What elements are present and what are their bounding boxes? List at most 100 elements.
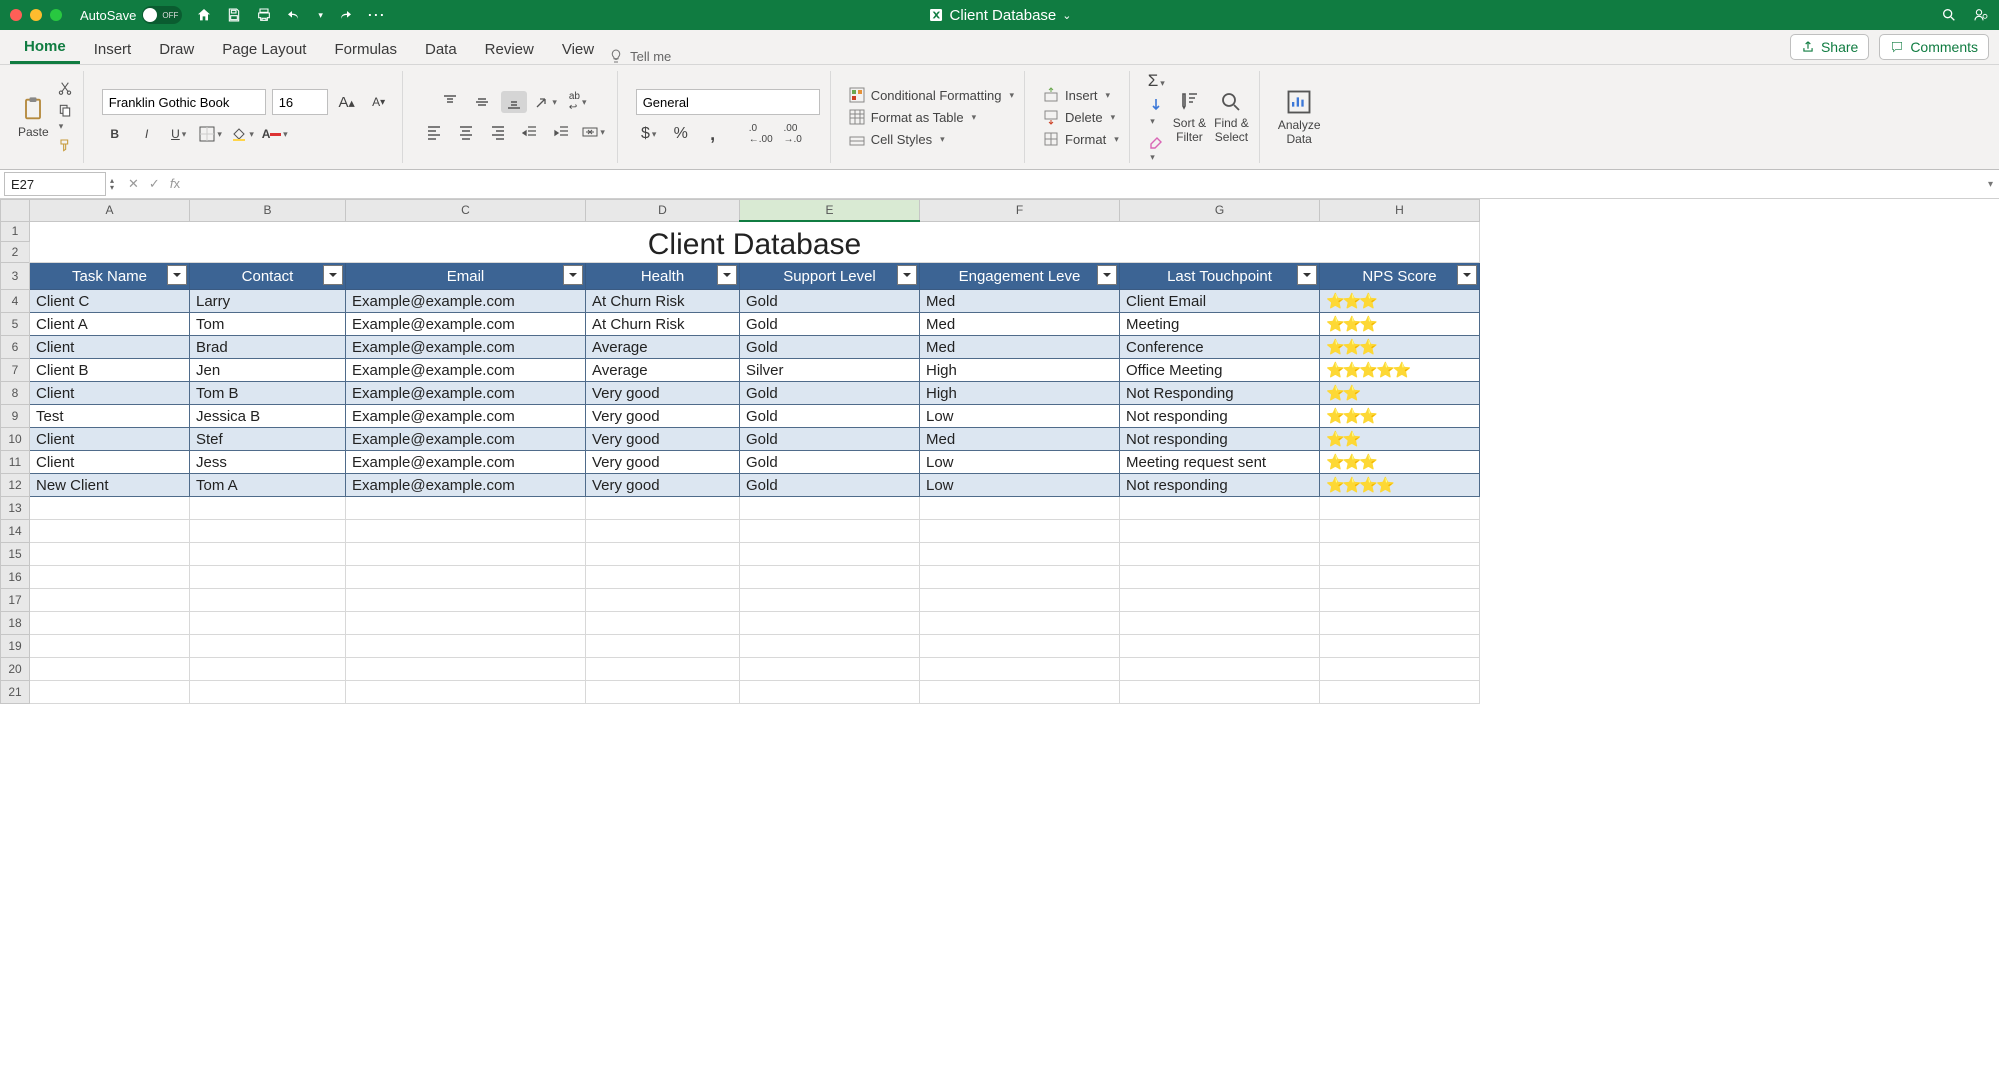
empty-cell[interactable] <box>190 566 346 589</box>
orientation-icon[interactable]: ▾ <box>533 91 559 113</box>
empty-cell[interactable] <box>1120 543 1320 566</box>
cell-touchpoint[interactable]: Office Meeting <box>1120 359 1320 382</box>
cell-task[interactable]: Client A <box>30 313 190 336</box>
empty-cell[interactable] <box>30 520 190 543</box>
account-icon[interactable] <box>1973 7 1989 23</box>
empty-cell[interactable] <box>1120 681 1320 704</box>
filter-button[interactable] <box>563 265 583 285</box>
row-header-11[interactable]: 11 <box>1 451 30 474</box>
empty-cell[interactable] <box>346 497 586 520</box>
cell-contact[interactable]: Tom A <box>190 474 346 497</box>
empty-cell[interactable] <box>740 612 920 635</box>
col-header-C[interactable]: C <box>346 200 586 222</box>
empty-cell[interactable] <box>586 589 740 612</box>
cell-contact[interactable]: Tom B <box>190 382 346 405</box>
empty-cell[interactable] <box>1320 589 1480 612</box>
empty-cell[interactable] <box>346 635 586 658</box>
comma-format-icon[interactable]: , <box>700 123 726 145</box>
cell-touchpoint[interactable]: Client Email <box>1120 290 1320 313</box>
document-title[interactable]: Client Database ⌄ <box>928 7 1072 24</box>
sort-filter-button[interactable]: Sort & Filter <box>1173 90 1206 144</box>
cell-email[interactable]: Example@example.com <box>346 405 586 428</box>
empty-cell[interactable] <box>30 658 190 681</box>
empty-cell[interactable] <box>740 681 920 704</box>
clear-icon[interactable]: ▾ <box>1148 133 1164 163</box>
fill-color-button[interactable]: ▾ <box>230 123 256 145</box>
cell-contact[interactable]: Larry <box>190 290 346 313</box>
empty-cell[interactable] <box>1320 658 1480 681</box>
cell-contact[interactable]: Tom <box>190 313 346 336</box>
empty-cell[interactable] <box>190 635 346 658</box>
empty-cell[interactable] <box>1120 520 1320 543</box>
empty-cell[interactable] <box>30 635 190 658</box>
cell-touchpoint[interactable]: Not Responding <box>1120 382 1320 405</box>
number-format-select[interactable] <box>636 89 820 115</box>
col-header-H[interactable]: H <box>1320 200 1480 222</box>
cell-email[interactable]: Example@example.com <box>346 336 586 359</box>
empty-cell[interactable] <box>1320 497 1480 520</box>
cell-support[interactable]: Gold <box>740 382 920 405</box>
empty-cell[interactable] <box>190 497 346 520</box>
cell-health[interactable]: Very good <box>586 405 740 428</box>
analyze-data-button[interactable]: Analyze Data <box>1278 88 1321 146</box>
filter-button[interactable] <box>323 265 343 285</box>
conditional-formatting-button[interactable]: Conditional Formatting▾ <box>849 85 1014 105</box>
cell-health[interactable]: Average <box>586 336 740 359</box>
col-header-F[interactable]: F <box>920 200 1120 222</box>
cell-task[interactable]: Client B <box>30 359 190 382</box>
cell-support[interactable]: Gold <box>740 451 920 474</box>
table-header-1[interactable]: Contact <box>190 263 346 290</box>
empty-cell[interactable] <box>920 589 1120 612</box>
cell-task[interactable]: Client <box>30 428 190 451</box>
underline-button[interactable]: U▾ <box>166 123 192 145</box>
table-header-4[interactable]: Support Level <box>740 263 920 290</box>
increase-font-icon[interactable]: A▴ <box>334 91 360 113</box>
cell-email[interactable]: Example@example.com <box>346 313 586 336</box>
empty-cell[interactable] <box>30 612 190 635</box>
cell-task[interactable]: Client <box>30 336 190 359</box>
cell-health[interactable]: At Churn Risk <box>586 290 740 313</box>
merge-center-icon[interactable]: ▾ <box>581 121 607 143</box>
empty-cell[interactable] <box>740 658 920 681</box>
cell-engagement[interactable]: Med <box>920 290 1120 313</box>
cell-touchpoint[interactable]: Not responding <box>1120 428 1320 451</box>
cell-support[interactable]: Gold <box>740 474 920 497</box>
empty-cell[interactable] <box>740 635 920 658</box>
empty-cell[interactable] <box>190 589 346 612</box>
wrap-text-icon[interactable]: ab↩▾ <box>565 91 591 113</box>
delete-cells-button[interactable]: Delete▾ <box>1043 107 1115 127</box>
empty-cell[interactable] <box>30 566 190 589</box>
cell-contact[interactable]: Jen <box>190 359 346 382</box>
paste-button[interactable]: Paste <box>18 95 49 139</box>
cell-styles-button[interactable]: Cell Styles▾ <box>849 129 945 149</box>
decrease-decimal-icon[interactable]: .00→.0 <box>780 123 806 145</box>
tab-insert[interactable]: Insert <box>80 35 146 64</box>
empty-cell[interactable] <box>346 543 586 566</box>
row-header-1[interactable]: 1 <box>1 221 30 242</box>
table-header-6[interactable]: Last Touchpoint <box>1120 263 1320 290</box>
empty-cell[interactable] <box>740 566 920 589</box>
cell-health[interactable]: Very good <box>586 428 740 451</box>
empty-cell[interactable] <box>586 497 740 520</box>
enter-formula-icon[interactable]: ✓ <box>149 176 160 192</box>
format-cells-button[interactable]: Format▾ <box>1043 129 1119 149</box>
cut-icon[interactable] <box>57 80 73 96</box>
row-header-10[interactable]: 10 <box>1 428 30 451</box>
cell-support[interactable]: Gold <box>740 313 920 336</box>
cell-touchpoint[interactable]: Conference <box>1120 336 1320 359</box>
increase-indent-icon[interactable] <box>549 121 575 143</box>
empty-cell[interactable] <box>30 589 190 612</box>
row-header-18[interactable]: 18 <box>1 612 30 635</box>
cell-email[interactable]: Example@example.com <box>346 474 586 497</box>
align-center-icon[interactable] <box>453 121 479 143</box>
filter-button[interactable] <box>1297 265 1317 285</box>
filter-button[interactable] <box>1097 265 1117 285</box>
filter-button[interactable] <box>167 265 187 285</box>
cell-contact[interactable]: Brad <box>190 336 346 359</box>
empty-cell[interactable] <box>920 635 1120 658</box>
col-header-G[interactable]: G <box>1120 200 1320 222</box>
cell-task[interactable]: Client <box>30 451 190 474</box>
empty-cell[interactable] <box>920 681 1120 704</box>
tab-formulas[interactable]: Formulas <box>320 35 411 64</box>
save-icon[interactable] <box>226 7 242 23</box>
